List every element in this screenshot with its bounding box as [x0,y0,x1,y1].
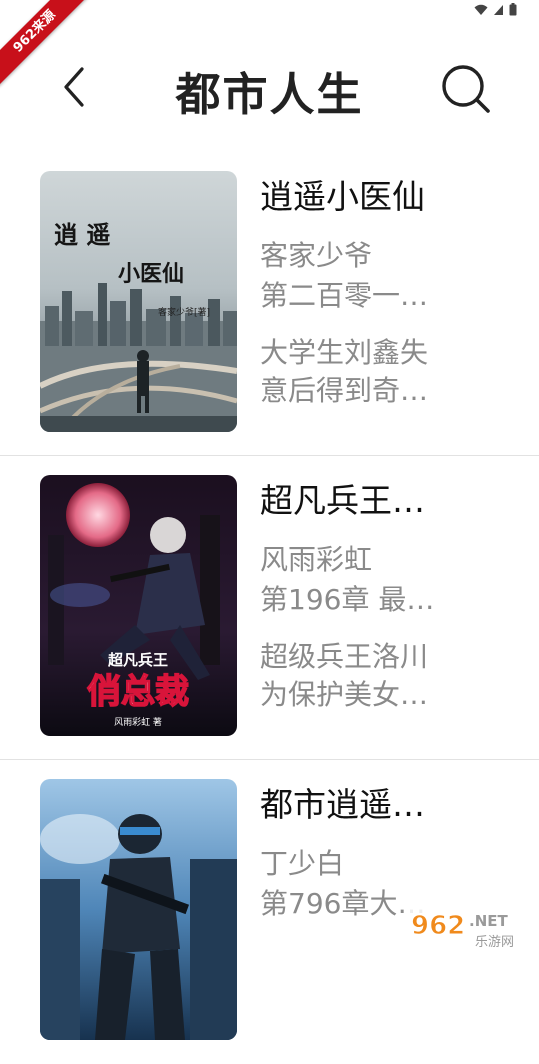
watermark-logo-sub: 乐游网 [475,935,514,950]
cover-title-1: 超凡兵王 [107,651,168,669]
book-latest-chapter: 第196章 最… [260,583,435,616]
book-description-line: 大学生刘鑫失 [260,336,429,369]
search-icon [442,65,490,113]
book-author: 客家少爷 [260,239,373,272]
book-title: 都市逍遥… [260,785,425,824]
book-info: 超凡兵王… 风雨彩虹 第196章 最… 超级兵王洛川 为保护美女… [260,478,529,714]
cover-title-1: 逍 遥 [54,220,110,249]
book-title: 超凡兵王… [260,481,425,520]
status-icons [474,3,517,16]
book-list-item[interactable]: 超凡兵王 俏总裁 风雨彩虹 著 超凡兵王… 风雨彩虹 第196章 最… 超级兵王… [0,456,539,760]
book-cover-image: 逍 遥 小医仙 客家少爷[著] [40,171,237,432]
cover-author: 风雨彩虹 著 [114,716,162,728]
book-description: 大学生刘鑫失 意后得到奇… [260,334,529,410]
watermark-logo-main: 962 [411,911,465,941]
book-list: 逍 遥 小医仙 客家少爷[著] 逍遥小医仙 客家少爷 第二百零一… 大学生刘鑫失… [0,152,539,1040]
book-description-line: 意后得到奇… [260,374,429,407]
book-list-item[interactable]: 逍 遥 小医仙 客家少爷[著] 逍遥小医仙 客家少爷 第二百零一… 大学生刘鑫失… [0,152,539,456]
book-description-line: 为保护美女… [260,678,429,711]
signal-icon [494,4,503,15]
book-info: 逍遥小医仙 客家少爷 第二百零一… 大学生刘鑫失 意后得到奇… [260,174,529,410]
book-description-line: 超级兵王洛川 [260,640,429,673]
book-description: 超级兵王洛川 为保护美女… [260,638,529,714]
corner-watermark-text: 962来源 [0,0,90,87]
book-title: 逍遥小医仙 [260,177,425,216]
cover-title-2: 俏总裁 [87,672,189,712]
book-cover-image [40,779,237,1040]
cover-author: 客家少爷[著] [158,306,210,318]
watermark-logo-suffix: .NET [469,912,508,930]
cover-title-2: 小医仙 [118,261,184,287]
site-watermark-logo: 962 .NET 乐游网 [403,902,533,954]
book-cover-image: 超凡兵王 俏总裁 风雨彩虹 著 [40,475,237,736]
book-author: 丁少白 [260,847,345,880]
wifi-icon [474,4,488,15]
book-author: 风雨彩虹 [260,543,373,576]
search-button[interactable] [439,62,493,116]
battery-icon [509,3,517,16]
book-latest-chapter: 第二百零一… [260,279,429,312]
corner-watermark-ribbon: 962来源 [0,0,90,90]
